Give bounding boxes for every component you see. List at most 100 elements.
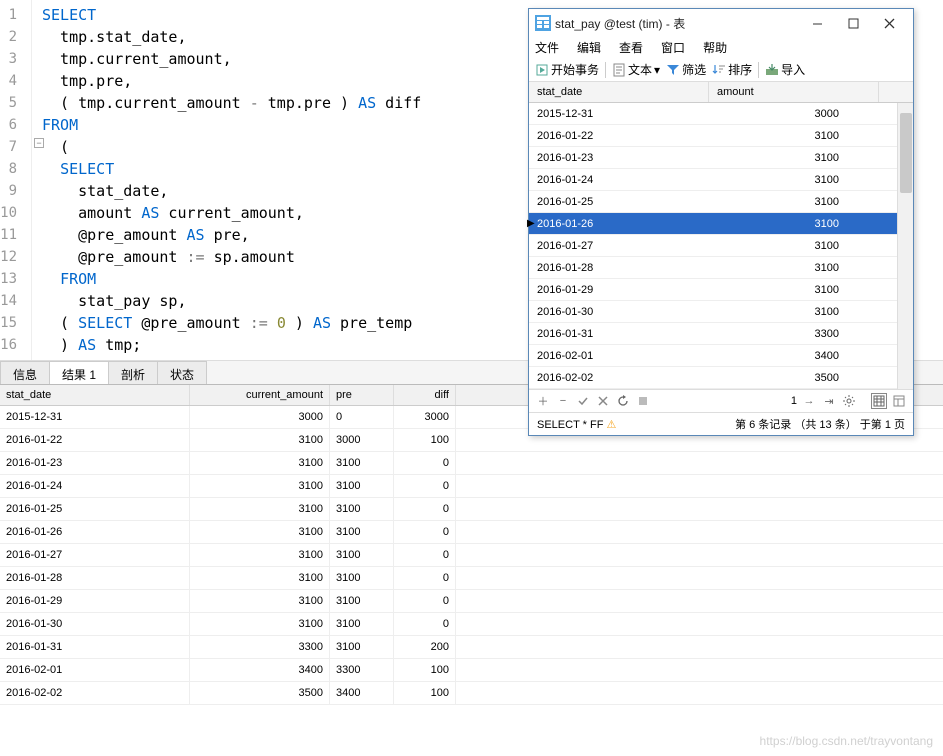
grid-column-header[interactable]: stat_date	[529, 82, 709, 102]
grid-row[interactable]: 2016-01-283100	[529, 257, 913, 279]
cell[interactable]: 3100	[330, 452, 394, 474]
cell[interactable]: 3100	[330, 590, 394, 612]
begin-transaction-button[interactable]: 开始事务	[535, 61, 599, 78]
cell[interactable]: 3100	[330, 544, 394, 566]
table-row[interactable]: 2016-01-23310031000	[0, 452, 943, 475]
tab-剖析[interactable]: 剖析	[108, 361, 158, 384]
grid-view-icon[interactable]	[871, 393, 887, 409]
cell[interactable]: 3300	[190, 636, 330, 658]
code-line[interactable]: tmp.current_amount,	[42, 48, 430, 70]
grid-row[interactable]: 2016-01-263100	[529, 213, 913, 235]
settings-icon[interactable]	[841, 393, 857, 409]
cell[interactable]: 2016-01-30	[0, 613, 190, 635]
cell[interactable]: 0	[394, 521, 456, 543]
result-body[interactable]: 2015-12-313000030002016-01-2231003000100…	[0, 406, 943, 705]
menu-文件[interactable]: 文件	[535, 39, 559, 56]
cell[interactable]: 3100	[190, 429, 330, 451]
grid-row[interactable]: 2016-01-273100	[529, 235, 913, 257]
commit-button[interactable]	[575, 393, 591, 409]
grid-row[interactable]: 2016-01-303100	[529, 301, 913, 323]
grid-cell[interactable]: 2016-02-01	[529, 348, 709, 364]
grid-body[interactable]: 2015-12-3130002016-01-2231002016-01-2331…	[529, 103, 913, 389]
grid-cell[interactable]: 3100	[709, 304, 879, 320]
cell[interactable]: 0	[394, 452, 456, 474]
grid-cell[interactable]: 2016-01-31	[529, 326, 709, 342]
cell[interactable]: 3400	[330, 682, 394, 704]
tab-状态[interactable]: 状态	[157, 361, 207, 384]
code-line[interactable]: SELECT	[42, 4, 430, 26]
grid-cell[interactable]: 3100	[709, 238, 879, 254]
grid-cell[interactable]: 2016-01-22	[529, 128, 709, 144]
column-header[interactable]: current_amount	[190, 385, 330, 405]
grid-cell[interactable]: 2016-01-26	[529, 216, 709, 232]
cell[interactable]: 2016-02-02	[0, 682, 190, 704]
menu-查看[interactable]: 查看	[619, 39, 643, 56]
grid-row[interactable]: 2016-01-253100	[529, 191, 913, 213]
fold-toggle[interactable]: −	[34, 138, 44, 148]
cell[interactable]: 2016-01-31	[0, 636, 190, 658]
cell[interactable]: 100	[394, 429, 456, 451]
minimize-button[interactable]	[799, 13, 835, 33]
cell[interactable]: 3100	[190, 475, 330, 497]
table-row[interactable]: 2016-02-0134003300100	[0, 659, 943, 682]
grid-row[interactable]: 2016-02-013400	[529, 345, 913, 367]
cell[interactable]: 3100	[330, 475, 394, 497]
form-view-icon[interactable]	[891, 393, 907, 409]
last-record-button[interactable]: ⇥	[821, 393, 837, 409]
code-line[interactable]: (	[42, 136, 430, 158]
code-line[interactable]: ( tmp.current_amount - tmp.pre ) AS diff	[42, 92, 430, 114]
menu-编辑[interactable]: 编辑	[577, 39, 601, 56]
column-header[interactable]: pre	[330, 385, 394, 405]
cell[interactable]: 0	[330, 406, 394, 428]
table-row[interactable]: 2016-01-24310031000	[0, 475, 943, 498]
add-row-button[interactable]: ＋	[535, 393, 551, 409]
cell[interactable]: 100	[394, 682, 456, 704]
grid-cell[interactable]: 3100	[709, 282, 879, 298]
cell[interactable]: 2016-01-23	[0, 452, 190, 474]
cell[interactable]: 3100	[190, 452, 330, 474]
code-line[interactable]: FROM	[42, 268, 430, 290]
cell[interactable]: 3100	[190, 567, 330, 589]
maximize-button[interactable]	[835, 13, 871, 33]
cell[interactable]: 2016-01-26	[0, 521, 190, 543]
grid-cell[interactable]: 2016-01-29	[529, 282, 709, 298]
cell[interactable]: 3100	[330, 567, 394, 589]
cell[interactable]: 0	[394, 475, 456, 497]
cell[interactable]: 2016-01-28	[0, 567, 190, 589]
menu-窗口[interactable]: 窗口	[661, 39, 685, 56]
scrollbar-thumb[interactable]	[900, 113, 912, 193]
cell[interactable]: 3500	[190, 682, 330, 704]
grid-cell[interactable]: 3100	[709, 150, 879, 166]
cell[interactable]: 3300	[330, 659, 394, 681]
titlebar[interactable]: stat_pay @test (tim) - 表	[529, 9, 913, 37]
grid-row[interactable]: 2016-01-223100	[529, 125, 913, 147]
cell[interactable]: 3100	[190, 498, 330, 520]
cell[interactable]: 2016-01-22	[0, 429, 190, 451]
code-line[interactable]: FROM	[42, 114, 430, 136]
code-area[interactable]: SELECT tmp.stat_date, tmp.current_amount…	[32, 0, 430, 360]
code-line[interactable]: tmp.stat_date,	[42, 26, 430, 48]
cell[interactable]: 0	[394, 590, 456, 612]
table-row[interactable]: 2016-01-3133003100200	[0, 636, 943, 659]
code-line[interactable]: @pre_amount AS pre,	[42, 224, 430, 246]
grid-cell[interactable]: 2016-01-28	[529, 260, 709, 276]
cell[interactable]: 2015-12-31	[0, 406, 190, 428]
grid-cell[interactable]: 2015-12-31	[529, 106, 709, 122]
table-row[interactable]: 2016-01-25310031000	[0, 498, 943, 521]
table-row[interactable]: 2016-01-30310031000	[0, 613, 943, 636]
grid-cell[interactable]: 3400	[709, 348, 879, 364]
grid-cell[interactable]: 3100	[709, 260, 879, 276]
tab-信息[interactable]: 信息	[0, 361, 50, 384]
table-row[interactable]: 2016-01-27310031000	[0, 544, 943, 567]
cell[interactable]: 0	[394, 498, 456, 520]
code-line[interactable]: stat_pay sp,	[42, 290, 430, 312]
table-row[interactable]: 2016-02-0235003400100	[0, 682, 943, 705]
code-line[interactable]: ) AS tmp;	[42, 334, 430, 356]
cell[interactable]: 200	[394, 636, 456, 658]
grid-cell[interactable]: 3100	[709, 194, 879, 210]
cell[interactable]: 3100	[190, 544, 330, 566]
cell[interactable]: 2016-01-27	[0, 544, 190, 566]
table-row[interactable]: 2016-01-29310031000	[0, 590, 943, 613]
refresh-button[interactable]	[615, 393, 631, 409]
close-button[interactable]	[871, 13, 907, 33]
